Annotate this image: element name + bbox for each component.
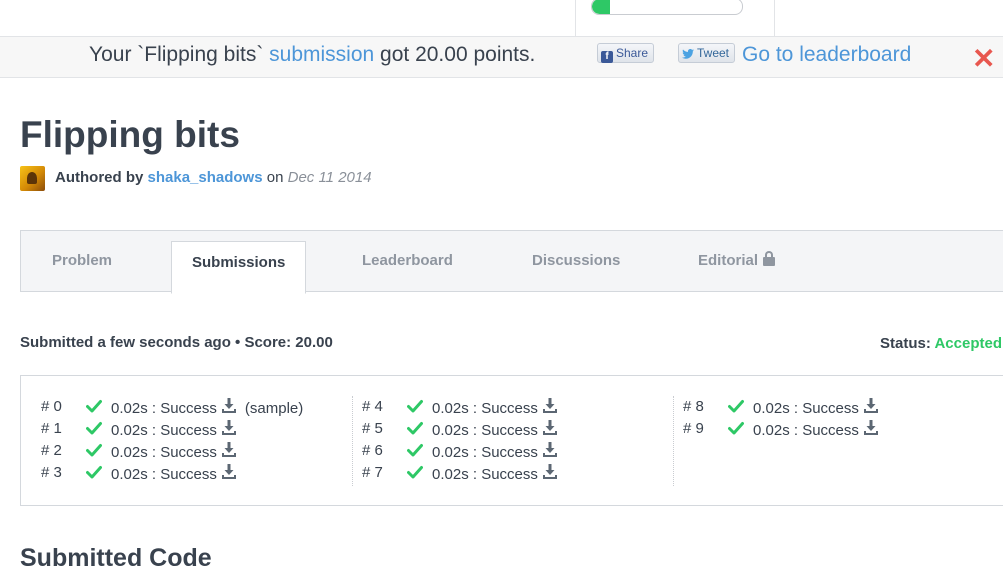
progress-bar	[591, 0, 743, 15]
go-to-leaderboard-link[interactable]: Go to leaderboard	[742, 43, 911, 67]
notification-suffix: got 20.00 points.	[380, 43, 536, 66]
column-divider	[352, 396, 353, 486]
share-label: Share	[616, 46, 649, 60]
test-case-result-group: 0.02s : Success	[432, 398, 558, 417]
test-case-number: # 2	[41, 442, 62, 459]
progress-fill	[592, 0, 610, 14]
divider	[774, 0, 775, 36]
divider	[575, 0, 576, 36]
test-case-number: # 6	[362, 442, 383, 459]
download-icon[interactable]	[542, 464, 558, 480]
test-case-number: # 9	[683, 420, 704, 437]
download-icon[interactable]	[221, 464, 237, 480]
download-icon[interactable]	[221, 398, 237, 414]
download-icon[interactable]	[863, 398, 879, 414]
tab-submissions[interactable]: Submissions	[171, 241, 307, 294]
test-case-result: 0.02s : Success	[432, 444, 538, 461]
close-icon[interactable]: ✕	[972, 45, 995, 73]
check-icon	[86, 442, 102, 458]
lock-icon	[763, 251, 776, 266]
submission-notification-bar: Your `Flipping bits` submission got 20.0…	[0, 36, 1003, 78]
test-case-number: # 8	[683, 398, 704, 415]
test-case-result-group: 0.02s : Success	[432, 464, 558, 483]
submission-link[interactable]: submission	[269, 43, 374, 66]
facebook-share-button[interactable]: f Share	[597, 43, 655, 63]
tab-label: Editorial	[698, 252, 759, 269]
test-case-number: # 5	[362, 420, 383, 437]
check-icon	[86, 398, 102, 414]
tab-label: Leaderboard	[362, 252, 453, 269]
author-link[interactable]: shaka_shadows	[148, 169, 263, 186]
test-case-result: 0.02s : Success	[111, 422, 217, 439]
test-case-number: # 1	[41, 420, 62, 437]
check-icon	[728, 420, 744, 436]
test-case-result: 0.02s : Success	[753, 422, 859, 439]
check-icon	[407, 398, 423, 414]
submission-status: Status: Accepted	[880, 335, 1002, 352]
check-icon	[86, 420, 102, 436]
test-case-result-group: 0.02s : Success	[753, 398, 879, 417]
download-icon[interactable]	[542, 442, 558, 458]
test-case-result: 0.02s : Success	[432, 400, 538, 417]
test-case-result-group: 0.02s : Success	[111, 464, 237, 483]
column-divider	[673, 396, 674, 486]
test-case-result: 0.02s : Success	[111, 400, 217, 417]
authored-by-label: Authored by	[55, 169, 144, 186]
test-case-result-group: 0.02s : Success	[753, 420, 879, 439]
tab-leaderboard[interactable]: Leaderboard	[362, 231, 453, 291]
test-case-result-group: 0.02s : Success	[111, 442, 237, 461]
test-case-result: 0.02s : Success	[432, 466, 538, 483]
test-case-number: # 0	[41, 398, 62, 415]
test-results-panel: # 0 0.02s : Success (sample) # 1 0.02s : Suc…	[20, 375, 1003, 506]
test-case-result: 0.02s : Success	[753, 400, 859, 417]
check-icon	[86, 464, 102, 480]
tab-editorial[interactable]: Editorial	[698, 231, 776, 291]
authored-date: Dec 11 2014	[287, 169, 372, 186]
twitter-tweet-button[interactable]: Tweet	[678, 43, 736, 63]
check-icon	[728, 398, 744, 414]
tab-label: Submissions	[192, 254, 286, 271]
notification-prefix: Your `Flipping bits`	[89, 43, 264, 66]
challenge-tabs: Problem Submissions Leaderboard Discussi…	[20, 230, 1003, 294]
download-icon[interactable]	[221, 442, 237, 458]
check-icon	[407, 442, 423, 458]
check-icon	[407, 464, 423, 480]
avatar[interactable]	[20, 166, 45, 191]
submission-summary: Submitted a few seconds ago • Score: 20.…	[20, 334, 333, 351]
test-case-number: # 4	[362, 398, 383, 415]
test-case-number: # 3	[41, 464, 62, 481]
page-title: Flipping bits	[20, 114, 240, 155]
test-case-result-group: 0.02s : Success	[111, 420, 237, 439]
test-case-result: 0.02s : Success	[111, 444, 217, 461]
download-icon[interactable]	[863, 420, 879, 436]
test-case-result-group: 0.02s : Success	[432, 420, 558, 439]
download-icon[interactable]	[542, 398, 558, 414]
download-icon[interactable]	[542, 420, 558, 436]
author-info: Authored by shaka_shadows on Dec 11 2014	[55, 169, 372, 186]
test-case-result: 0.02s : Success	[432, 422, 538, 439]
check-icon	[407, 420, 423, 436]
test-case-result: 0.02s : Success	[111, 466, 217, 483]
test-case-number: # 7	[362, 464, 383, 481]
facebook-icon: f	[601, 51, 613, 63]
tab-discussions[interactable]: Discussions	[532, 231, 620, 291]
status-value: Accepted	[934, 335, 1002, 352]
twitter-bird-icon	[682, 49, 694, 61]
tab-problem[interactable]: Problem	[52, 231, 112, 291]
test-case-result-group: 0.02s : Success (sample)	[111, 398, 303, 417]
download-icon[interactable]	[221, 420, 237, 436]
tweet-label: Tweet	[697, 46, 730, 60]
tab-label: Problem	[52, 252, 113, 269]
top-strip	[0, 0, 1003, 36]
notification-message: Your `Flipping bits` submission got 20.0…	[89, 43, 535, 67]
test-case-result-group: 0.02s : Success	[432, 442, 558, 461]
on-label: on	[266, 169, 284, 186]
submitted-code-heading: Submitted Code	[20, 544, 212, 572]
sample-label: (sample)	[244, 400, 304, 417]
status-label: Status:	[880, 335, 931, 352]
tab-label: Discussions	[532, 252, 621, 269]
